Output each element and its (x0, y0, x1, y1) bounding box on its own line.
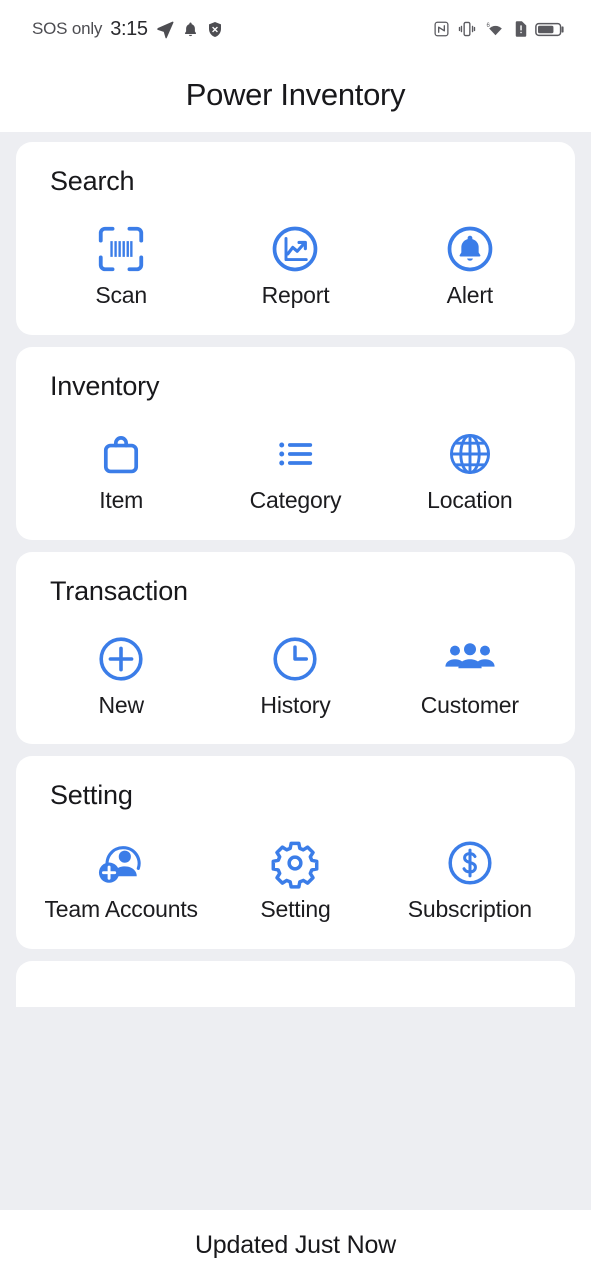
carrier-label: SOS only (32, 19, 103, 38)
chart-circle-icon (267, 221, 323, 277)
nfc-icon (433, 20, 450, 38)
page-title: Power Inventory (185, 77, 406, 112)
status-bar: SOS only 3:15 6 (0, 0, 591, 58)
barcode-scan-icon (93, 221, 149, 277)
tile-label: Subscription (407, 896, 532, 923)
person-add-icon (93, 835, 149, 891)
section-title: Setting (50, 780, 133, 811)
section-card-search: Search Scan Report Alert (16, 142, 575, 335)
plus-circle-icon (93, 631, 149, 687)
section-tiles: Team Accounts Setting Subscription (34, 817, 557, 923)
tile-label: Category (249, 486, 342, 513)
section-title: Transaction (50, 575, 188, 606)
status-bar-right: 6 (433, 20, 565, 38)
section-title: Inventory (50, 370, 160, 401)
tile-label: Location (427, 486, 513, 513)
tile-scan[interactable]: Scan (34, 203, 208, 309)
gear-icon (267, 835, 323, 891)
section-tiles: New History Customer (34, 613, 557, 719)
sections-scroll-area[interactable]: Search Scan Report Alert Inventory Item … (0, 132, 591, 1280)
bell-icon (182, 20, 199, 39)
tile-label: New (98, 691, 144, 718)
section-title: Search (50, 166, 135, 196)
section-card-next-peek[interactable] (16, 961, 575, 1007)
tile-report[interactable]: Report (208, 203, 382, 309)
globe-icon (442, 426, 498, 482)
tile-label: Report (261, 282, 330, 308)
svg-text:6: 6 (487, 23, 491, 29)
bell-circle-icon (442, 221, 498, 277)
tile-label: History (260, 691, 331, 718)
battery-icon (535, 21, 565, 38)
app-screen: SOS only 3:15 6 Power Inventory Search S… (0, 0, 591, 1280)
people-group-icon (442, 631, 498, 687)
sim-alert-icon (514, 20, 528, 38)
tile-item[interactable]: Item (34, 408, 208, 514)
section-card-transaction: Transaction New History Customer (16, 551, 575, 745)
bag-icon (93, 426, 149, 482)
tile-setting[interactable]: Setting (208, 817, 382, 923)
dollar-circle-icon (442, 835, 498, 891)
clock-icon (267, 631, 323, 687)
shield-off-icon (206, 20, 224, 39)
section-tiles: Scan Report Alert (34, 203, 557, 309)
tile-history[interactable]: History (208, 613, 382, 719)
clock-label: 3:15 (110, 17, 148, 40)
tile-label: Team Accounts (44, 896, 198, 923)
tile-new[interactable]: New (34, 613, 208, 719)
footer-status-bar: Updated Just Now (0, 1210, 591, 1280)
tile-label: Alert (446, 282, 493, 308)
tile-team-accounts[interactable]: Team Accounts (34, 817, 208, 923)
section-tiles: Item Category Location (34, 408, 557, 514)
tile-label: Setting (260, 896, 331, 923)
list-icon (267, 426, 323, 482)
section-card-inventory: Inventory Item Category Location (16, 346, 575, 540)
updated-status-label: Updated Just Now (194, 1230, 397, 1259)
tile-label: Customer (420, 691, 519, 718)
tile-category[interactable]: Category (208, 408, 382, 514)
tile-customer[interactable]: Customer (383, 613, 557, 719)
app-header: Power Inventory (0, 58, 591, 132)
status-bar-left: SOS only 3:15 (32, 18, 224, 41)
tile-label: Scan (95, 282, 147, 308)
send-icon (155, 19, 175, 39)
section-card-setting: Setting Team Accounts Setting Subscripti… (16, 756, 575, 949)
wifi-6g-icon: 6 (484, 20, 507, 38)
tile-alert[interactable]: Alert (383, 203, 557, 309)
tile-location[interactable]: Location (383, 408, 557, 514)
tile-subscription[interactable]: Subscription (383, 817, 557, 923)
tile-label: Item (99, 486, 144, 513)
vibrate-icon (457, 20, 477, 38)
